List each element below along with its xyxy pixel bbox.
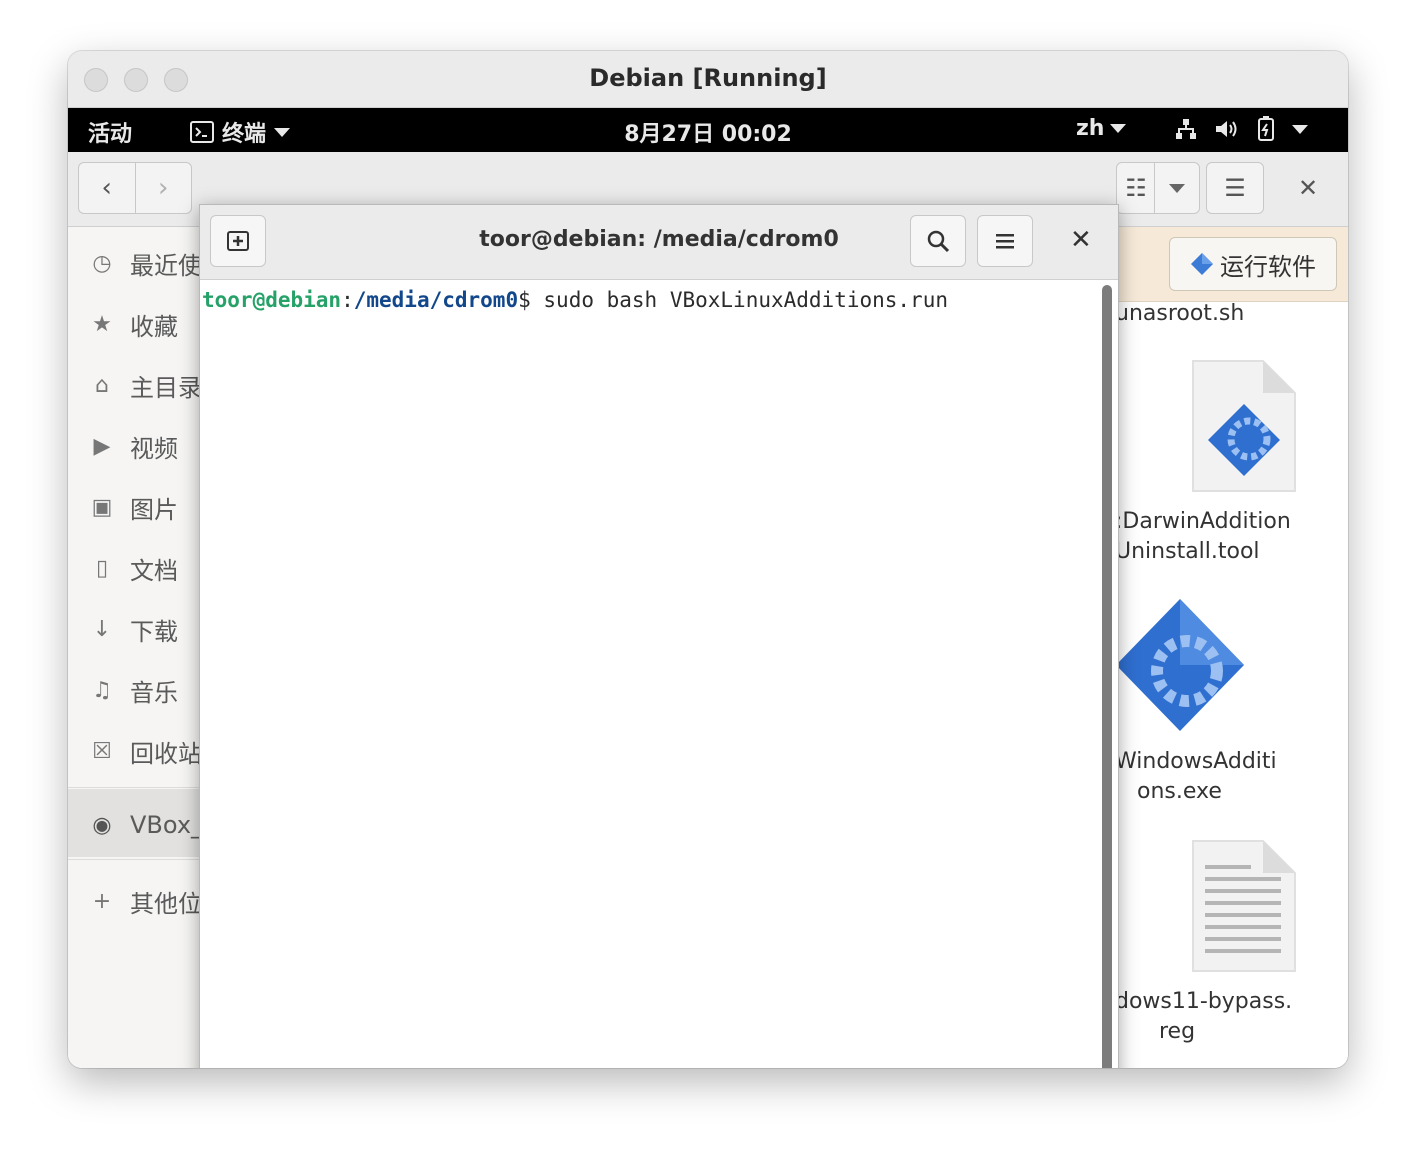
vm-window: Debian [Running] 活动 终端 8月27日 00:02 zh ‹ … xyxy=(68,51,1348,1068)
document-icon: ▯ xyxy=(95,555,109,581)
battery-icon xyxy=(1258,116,1274,141)
volume-icon xyxy=(1216,121,1237,137)
terminal-body[interactable]: toor@debian:/media/cdrom0$ sudo bash VBo… xyxy=(200,280,1100,1068)
sidebar-item-label: 收藏 xyxy=(130,312,178,341)
sidebar-item-label: VBox_ xyxy=(130,811,204,839)
file-name[interactable]: :DarwinAddition xyxy=(1115,507,1291,537)
sidebar-item-trash[interactable]: ☒ 回收站 xyxy=(88,731,202,771)
download-icon: ↓ xyxy=(92,616,112,642)
search-button[interactable] xyxy=(910,215,966,267)
guest-screen[interactable]: 活动 终端 8月27日 00:02 zh ‹ › ☷ ☰ ✕ ◷ 最近使 ★ 收… xyxy=(68,108,1348,1068)
sidebar-item-label: 下载 xyxy=(130,617,178,646)
home-icon: ⌂ xyxy=(95,372,109,398)
command-text: sudo bash VBoxLinuxAdditions.run xyxy=(543,288,948,312)
file-name[interactable]: unasroot.sh xyxy=(1115,299,1244,329)
close-icon[interactable]: ✕ xyxy=(1298,174,1318,202)
sidebar-item-music[interactable]: ♫ 音乐 xyxy=(88,670,178,710)
lang-label: zh xyxy=(1076,116,1105,141)
prompt-user: toor@debian xyxy=(202,288,342,312)
chevron-down-icon xyxy=(1110,124,1127,133)
search-icon xyxy=(927,230,950,253)
sidebar-item-pictures[interactable]: ▣ 图片 xyxy=(88,487,178,527)
back-icon[interactable]: ‹ xyxy=(79,163,135,213)
script-file-icon[interactable] xyxy=(1189,359,1299,495)
clock-icon: ◷ xyxy=(92,250,112,276)
sidebar-item-label: 其他位 xyxy=(130,889,202,918)
prompt-end: $ xyxy=(518,288,544,312)
run-icon xyxy=(1191,253,1213,275)
command-line: toor@debian:/media/cdrom0$ sudo bash VBo… xyxy=(202,288,948,312)
terminal-window: toor@debian: /media/cdrom0 ✕ toor@debian… xyxy=(199,204,1119,1068)
sidebar-item-device[interactable]: ◉ VBox_ xyxy=(88,805,203,845)
view-list-icon[interactable]: ☷ xyxy=(1116,162,1155,214)
input-method-menu[interactable]: zh xyxy=(1076,116,1127,141)
run-software-label: 运行软件 xyxy=(1220,252,1316,281)
nav-buttons: ‹ › xyxy=(78,162,192,214)
hamburger-menu-icon[interactable]: ☰ xyxy=(1206,162,1264,214)
executable-file-icon[interactable] xyxy=(1113,597,1247,737)
prompt-separator: : xyxy=(341,288,354,312)
music-icon: ♫ xyxy=(92,677,112,703)
sidebar-item-label: 主目录 xyxy=(130,373,202,402)
vm-titlebar: Debian [Running] xyxy=(68,51,1348,108)
system-menu[interactable] xyxy=(1174,116,1308,142)
scrollbar[interactable] xyxy=(1102,285,1112,1068)
view-options-chevron-icon[interactable] xyxy=(1154,162,1200,214)
sidebar-item-other-locations[interactable]: + 其他位 xyxy=(88,881,202,921)
plus-icon: + xyxy=(92,888,112,914)
camera-icon: ▣ xyxy=(91,494,113,520)
file-name[interactable]: dows11-bypass. xyxy=(1115,987,1292,1017)
sidebar-item-label: 视频 xyxy=(130,434,178,463)
video-icon: ▶ xyxy=(93,433,111,459)
trash-icon: ☒ xyxy=(92,738,112,764)
hamburger-menu-icon xyxy=(996,234,1014,249)
sidebar-item-videos[interactable]: ▶ 视频 xyxy=(88,426,178,466)
sidebar-item-recent[interactable]: ◷ 最近使 xyxy=(88,243,202,283)
sidebar-item-documents[interactable]: ▯ 文档 xyxy=(88,548,178,588)
vm-title: Debian [Running] xyxy=(589,64,827,92)
chevron-down-icon xyxy=(1292,124,1308,134)
star-icon: ★ xyxy=(92,311,112,337)
file-name[interactable]: Uninstall.tool xyxy=(1115,537,1260,567)
sidebar-item-label: 音乐 xyxy=(130,678,178,707)
file-name[interactable]: reg xyxy=(1159,1017,1195,1047)
network-icon xyxy=(1176,119,1196,139)
close-icon[interactable]: ✕ xyxy=(1070,225,1092,255)
sidebar-item-downloads[interactable]: ↓ 下载 xyxy=(88,609,178,649)
menu-button[interactable] xyxy=(977,215,1033,267)
sidebar-item-label: 图片 xyxy=(130,495,178,524)
file-name[interactable]: WindowsAdditi xyxy=(1115,747,1277,777)
forward-icon[interactable]: › xyxy=(134,163,192,213)
disc-icon: ◉ xyxy=(92,812,112,838)
text-file-icon[interactable] xyxy=(1189,839,1299,975)
sidebar-item-label: 文档 xyxy=(130,556,178,585)
sidebar-item-starred[interactable]: ★ 收藏 xyxy=(88,304,178,344)
clock[interactable]: 8月27日 00:02 xyxy=(68,116,1348,148)
terminal-header: toor@debian: /media/cdrom0 ✕ xyxy=(200,205,1118,280)
run-software-button[interactable]: 运行软件 xyxy=(1169,237,1337,291)
file-name[interactable]: ons.exe xyxy=(1137,777,1222,807)
sidebar-item-label: 回收站 xyxy=(130,739,202,768)
sidebar-item-label: 最近使 xyxy=(130,251,202,280)
gnome-topbar: 活动 终端 8月27日 00:02 zh xyxy=(68,108,1348,152)
prompt-path: /media/cdrom0 xyxy=(353,288,519,312)
sidebar-item-home[interactable]: ⌂ 主目录 xyxy=(88,365,202,405)
